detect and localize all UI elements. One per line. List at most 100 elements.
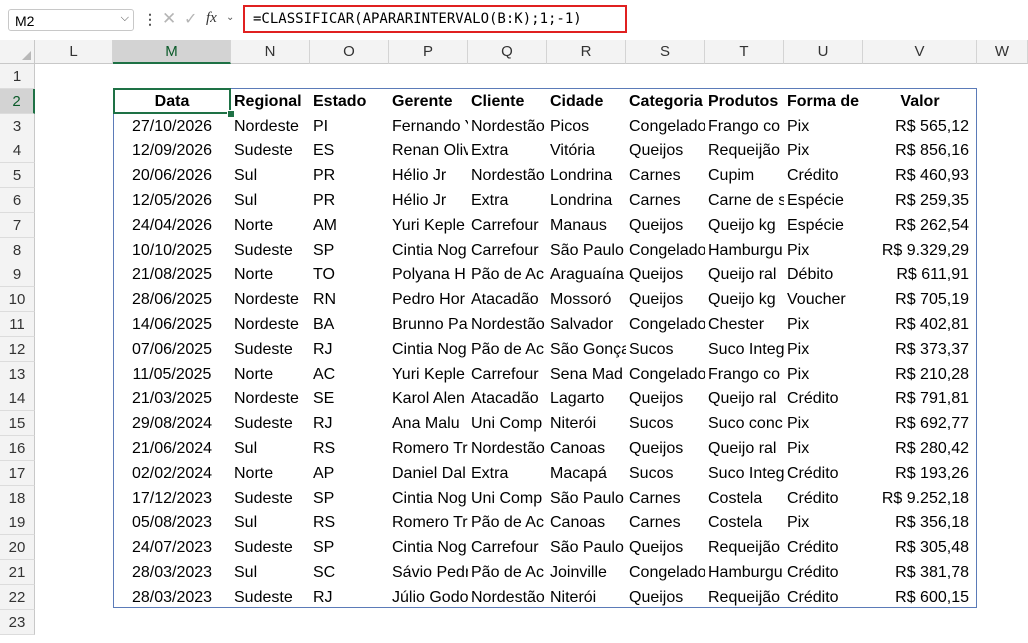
table-cell[interactable]: Daniel Dal xyxy=(389,461,468,486)
table-header-cell[interactable]: Cliente xyxy=(468,89,547,114)
table-cell[interactable]: Pão de Ac xyxy=(468,262,547,287)
table-cell[interactable]: Nordeste xyxy=(231,114,310,139)
table-cell[interactable]: Sudeste xyxy=(231,138,310,163)
table-cell[interactable]: R$ 210,28 xyxy=(863,362,977,387)
table-cell[interactable]: Uni Comp xyxy=(468,486,547,511)
table-cell[interactable]: 24/04/2026 xyxy=(113,213,231,238)
table-header-cell[interactable]: Regional xyxy=(231,89,310,114)
table-cell[interactable]: Lagarto xyxy=(547,386,626,411)
table-cell[interactable]: AC xyxy=(310,362,389,387)
table-cell[interactable]: Queijos xyxy=(626,138,705,163)
table-cell[interactable]: Carnes xyxy=(626,510,705,535)
table-cell[interactable]: Romero Tr xyxy=(389,436,468,461)
column-header-v[interactable]: V xyxy=(863,40,977,64)
table-cell[interactable]: Queijo ral xyxy=(705,262,784,287)
table-cell[interactable]: RJ xyxy=(310,337,389,362)
table-cell[interactable]: Nordeste xyxy=(231,386,310,411)
row-header-7[interactable]: 7 xyxy=(0,212,35,238)
table-cell[interactable]: Requeijão xyxy=(705,138,784,163)
table-cell[interactable]: SE xyxy=(310,386,389,411)
table-cell[interactable]: Fernando Y xyxy=(389,114,468,139)
table-cell[interactable]: Hamburgu xyxy=(705,560,784,585)
table-cell[interactable]: Londrina xyxy=(547,188,626,213)
table-cell[interactable]: R$ 262,54 xyxy=(863,213,977,238)
table-cell[interactable]: RJ xyxy=(310,411,389,436)
table-cell[interactable]: 21/03/2025 xyxy=(113,386,231,411)
table-cell[interactable]: Hélio Jr xyxy=(389,163,468,188)
row-header-10[interactable]: 10 xyxy=(0,287,35,313)
table-cell[interactable]: Vitória xyxy=(547,138,626,163)
chevron-down-icon[interactable]: ⌵ xyxy=(121,12,129,25)
table-cell[interactable]: R$ 692,77 xyxy=(863,411,977,436)
table-cell[interactable]: Queijo kg xyxy=(705,213,784,238)
table-cell[interactable]: TO xyxy=(310,262,389,287)
table-cell[interactable]: Voucher xyxy=(784,287,863,312)
table-cell[interactable]: R$ 193,26 xyxy=(863,461,977,486)
column-header-q[interactable]: Q xyxy=(468,40,547,64)
table-cell[interactable]: Congelado xyxy=(626,238,705,263)
table-cell[interactable]: Manaus xyxy=(547,213,626,238)
insert-function-button[interactable]: fx xyxy=(206,10,217,27)
table-cell[interactable]: Carnes xyxy=(626,188,705,213)
table-header-cell[interactable]: Estado xyxy=(310,89,389,114)
table-cell[interactable]: RS xyxy=(310,510,389,535)
table-cell[interactable]: Macapá xyxy=(547,461,626,486)
table-cell[interactable]: Espécie xyxy=(784,213,863,238)
row-header-23[interactable]: 23 xyxy=(0,609,35,635)
column-header-r[interactable]: R xyxy=(547,40,626,64)
table-cell[interactable]: Crédito xyxy=(784,163,863,188)
table-cell[interactable]: 20/06/2026 xyxy=(113,163,231,188)
table-cell[interactable]: Pão de Ac xyxy=(468,510,547,535)
table-cell[interactable]: 11/05/2025 xyxy=(113,362,231,387)
row-header-1[interactable]: 1 xyxy=(0,64,35,89)
table-cell[interactable]: Suco Integ xyxy=(705,337,784,362)
row-header-11[interactable]: 11 xyxy=(0,312,35,337)
table-cell[interactable]: SP xyxy=(310,535,389,560)
close-icon[interactable]: ✕ xyxy=(162,9,176,29)
table-cell[interactable]: PI xyxy=(310,114,389,139)
row-header-4[interactable]: 4 xyxy=(0,138,35,164)
table-cell[interactable]: R$ 305,48 xyxy=(863,535,977,560)
table-cell[interactable]: Nordestão xyxy=(468,585,547,610)
table-cell[interactable]: São Gonça xyxy=(547,337,626,362)
table-header-cell[interactable]: Forma de xyxy=(784,89,863,114)
table-cell[interactable]: R$ 565,12 xyxy=(863,114,977,139)
table-cell[interactable]: Londrina xyxy=(547,163,626,188)
table-cell[interactable]: Queijos xyxy=(626,436,705,461)
table-cell[interactable]: Carrefour xyxy=(468,362,547,387)
table-cell[interactable]: PR xyxy=(310,163,389,188)
table-cell[interactable]: Frango co xyxy=(705,362,784,387)
table-cell[interactable]: Sucos xyxy=(626,337,705,362)
table-cell[interactable]: Cintia Nog xyxy=(389,238,468,263)
table-cell[interactable]: SP xyxy=(310,486,389,511)
table-cell[interactable]: 28/03/2023 xyxy=(113,585,231,610)
table-cell[interactable]: Araguaína xyxy=(547,262,626,287)
table-cell[interactable]: Nordestão xyxy=(468,436,547,461)
table-header-cell[interactable]: Valor xyxy=(863,89,977,114)
table-cell[interactable]: Nordeste xyxy=(231,287,310,312)
table-cell[interactable]: Extra xyxy=(468,461,547,486)
table-cell[interactable]: 10/10/2025 xyxy=(113,238,231,263)
row-header-6[interactable]: 6 xyxy=(0,188,35,213)
spreadsheet-grid[interactable]: L M N O P Q R S T U V W 1 2 3 4 5 6 7 8 9 10 11 12 13 14 15 16 17 18 1… xyxy=(0,40,1028,643)
table-cell[interactable]: Crédito xyxy=(784,386,863,411)
table-cell[interactable]: Sul xyxy=(231,163,310,188)
table-cell[interactable]: Cintia Nog xyxy=(389,486,468,511)
table-cell[interactable]: Norte xyxy=(231,461,310,486)
table-cell[interactable]: Sávio Pedr xyxy=(389,560,468,585)
table-cell[interactable]: 21/08/2025 xyxy=(113,262,231,287)
table-cell[interactable]: Polyana H xyxy=(389,262,468,287)
row-header-20[interactable]: 20 xyxy=(0,535,35,561)
column-header-s[interactable]: S xyxy=(626,40,705,64)
row-header-18[interactable]: 18 xyxy=(0,485,35,511)
row-header-5[interactable]: 5 xyxy=(0,163,35,189)
table-cell[interactable]: 07/06/2025 xyxy=(113,337,231,362)
check-icon[interactable]: ✓ xyxy=(184,9,197,29)
table-cell[interactable]: 12/09/2026 xyxy=(113,138,231,163)
table-header-cell[interactable]: Produtos xyxy=(705,89,784,114)
table-cell[interactable]: Pix xyxy=(784,312,863,337)
table-cell[interactable]: SP xyxy=(310,238,389,263)
table-cell[interactable]: R$ 791,81 xyxy=(863,386,977,411)
table-cell[interactable]: Norte xyxy=(231,362,310,387)
table-cell[interactable]: Extra xyxy=(468,188,547,213)
